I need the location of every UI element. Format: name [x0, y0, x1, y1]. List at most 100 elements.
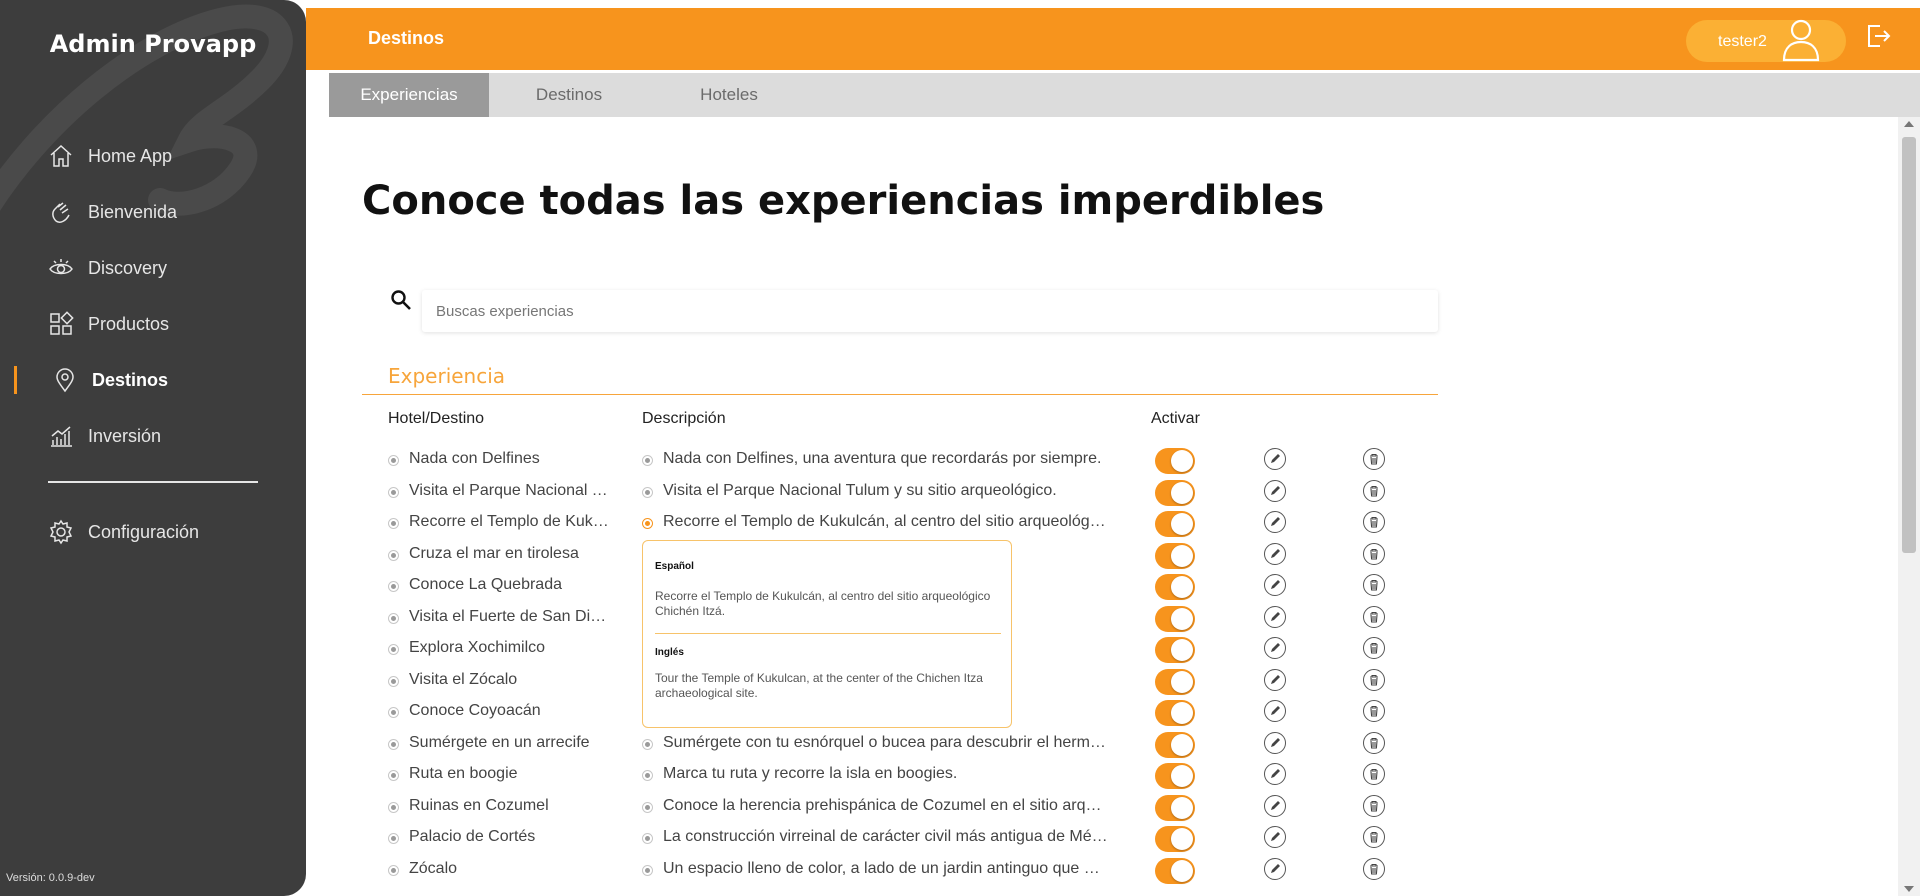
scroll-up-arrow-icon[interactable]: [1904, 121, 1914, 127]
tooltip-english-text: Tour the Temple of Kukulcan, at the cent…: [655, 671, 983, 700]
activate-toggle[interactable]: [1155, 857, 1195, 884]
tab-experiencias[interactable]: Experiencias: [329, 73, 489, 117]
delete-button[interactable]: [1363, 668, 1385, 691]
delete-button[interactable]: [1363, 637, 1385, 659]
toggle-knob: [1171, 765, 1193, 787]
edit-button[interactable]: [1264, 668, 1286, 691]
user-menu[interactable]: tester2: [1686, 19, 1846, 62]
edit-button[interactable]: [1264, 605, 1286, 628]
search-input[interactable]: [422, 290, 1438, 332]
sidebar-item-discovery[interactable]: Discovery: [0, 240, 306, 296]
edit-button[interactable]: [1264, 574, 1286, 596]
delete-button[interactable]: [1363, 511, 1385, 533]
sidebar-item-inversion[interactable]: Inversión: [0, 408, 306, 464]
sidebar-item-home-app[interactable]: Home App: [0, 128, 306, 184]
toggle-knob: [1171, 828, 1193, 850]
page-scrollbar[interactable]: [1898, 117, 1920, 896]
row-description-radio[interactable]: [642, 486, 653, 498]
activate-toggle[interactable]: [1155, 794, 1195, 821]
activate-toggle[interactable]: [1155, 700, 1195, 726]
row-hotel-name: Palacio de Cortés: [409, 828, 536, 845]
edit-button[interactable]: [1264, 794, 1286, 817]
row-radio[interactable]: [388, 455, 399, 466]
delete-button[interactable]: [1363, 605, 1385, 628]
edit-button[interactable]: [1264, 857, 1286, 880]
activate-toggle[interactable]: [1155, 826, 1195, 852]
sidebar-item-label: Discovery: [88, 257, 168, 278]
row-description: Un espacio lleno de color, a lado de un …: [663, 859, 1108, 877]
delete-button[interactable]: [1363, 731, 1385, 754]
activate-toggle[interactable]: [1155, 763, 1195, 789]
row-radio[interactable]: [388, 833, 399, 844]
delete-button[interactable]: [1363, 542, 1385, 565]
edit-button[interactable]: [1264, 637, 1286, 659]
row-radio[interactable]: [388, 864, 399, 876]
row-description-radio[interactable]: [642, 833, 653, 844]
activate-toggle[interactable]: [1155, 448, 1195, 474]
sidebar-item-destinos[interactable]: Destinos: [0, 352, 306, 408]
sidebar-item-configuracion[interactable]: Configuración: [0, 504, 306, 560]
row-hotel-name: Zócalo: [409, 859, 458, 877]
edit-button[interactable]: [1264, 542, 1286, 565]
activate-toggle[interactable]: [1155, 668, 1195, 695]
edit-button[interactable]: [1264, 826, 1286, 848]
activate-toggle[interactable]: [1155, 511, 1195, 537]
pencil-icon: [1271, 832, 1280, 841]
edit-button[interactable]: [1264, 763, 1286, 785]
activate-toggle[interactable]: [1155, 574, 1195, 600]
row-hotel-name: Explora Xochimilco: [409, 639, 546, 656]
tab-destinos[interactable]: Destinos: [489, 73, 649, 117]
row-description-radio[interactable]: [642, 455, 653, 466]
delete-button[interactable]: [1363, 794, 1385, 817]
activate-toggle[interactable]: [1155, 542, 1195, 569]
sidebar-item-productos[interactable]: Productos: [0, 296, 306, 352]
row-description-radio[interactable]: [642, 518, 653, 529]
home-icon: [48, 143, 74, 169]
trash-icon: [1370, 548, 1378, 560]
scroll-thumb[interactable]: [1902, 137, 1916, 553]
delete-button[interactable]: [1363, 479, 1385, 502]
edit-button[interactable]: [1264, 731, 1286, 754]
row-description: Nada con Delfines, una aventura que reco…: [663, 450, 1102, 467]
row-radio[interactable]: [388, 770, 399, 781]
row-radio[interactable]: [388, 675, 399, 687]
edit-button[interactable]: [1264, 448, 1286, 470]
delete-button[interactable]: [1363, 700, 1385, 722]
row-radio[interactable]: [388, 801, 399, 813]
activate-toggle[interactable]: [1155, 479, 1195, 506]
pencil-icon: [1271, 517, 1280, 526]
edit-button[interactable]: [1264, 479, 1286, 502]
scroll-down-arrow-icon[interactable]: [1904, 886, 1914, 892]
row-radio[interactable]: [388, 486, 399, 498]
edit-button[interactable]: [1264, 700, 1286, 722]
grid-icon: [48, 311, 74, 337]
delete-button[interactable]: [1363, 826, 1385, 848]
row-description: Conoce la herencia prehispánica de Cozum…: [663, 796, 1108, 814]
delete-button[interactable]: [1363, 448, 1385, 470]
row-radio[interactable]: [388, 581, 399, 592]
toggle-knob: [1171, 576, 1193, 598]
row-description-radio[interactable]: [642, 801, 653, 813]
tab-hoteles[interactable]: Hoteles: [649, 73, 809, 117]
row-radio[interactable]: [388, 707, 399, 718]
row-description-radio[interactable]: [642, 864, 653, 876]
activate-toggle[interactable]: [1155, 637, 1195, 663]
row-radio[interactable]: [388, 518, 399, 529]
section-divider: [362, 394, 1438, 395]
row-description-radio[interactable]: [642, 738, 653, 750]
row-radio[interactable]: [388, 738, 399, 750]
delete-button[interactable]: [1363, 574, 1385, 596]
activate-toggle[interactable]: [1155, 605, 1195, 632]
delete-button[interactable]: [1363, 763, 1385, 785]
sidebar-item-bienvenida[interactable]: Bienvenida: [0, 184, 306, 240]
row-radio[interactable]: [388, 549, 399, 561]
row-radio[interactable]: [388, 612, 399, 624]
pencil-icon: [1271, 485, 1280, 495]
tab-bar: Experiencias Destinos Hoteles: [329, 73, 1920, 117]
delete-button[interactable]: [1363, 857, 1385, 880]
activate-toggle[interactable]: [1155, 731, 1195, 758]
logout-icon[interactable]: [1864, 22, 1892, 50]
row-radio[interactable]: [388, 644, 399, 655]
row-description-radio[interactable]: [642, 770, 653, 781]
edit-button[interactable]: [1264, 511, 1286, 533]
